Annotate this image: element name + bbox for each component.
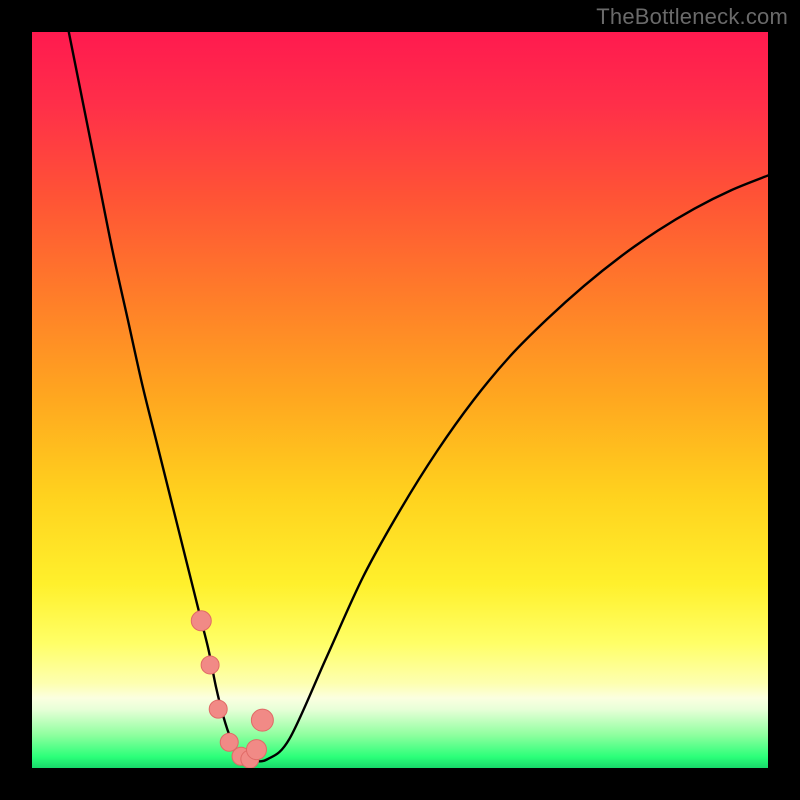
chart-frame: TheBottleneck.com — [0, 0, 800, 800]
highlight-marker — [191, 611, 211, 631]
highlight-marker — [246, 740, 266, 760]
watermark-text: TheBottleneck.com — [596, 4, 788, 30]
plot-area — [32, 32, 768, 768]
highlight-marker — [209, 700, 227, 718]
bottleneck-curve-chart — [32, 32, 768, 768]
highlight-marker — [251, 709, 273, 731]
highlight-marker — [201, 656, 219, 674]
gradient-background — [32, 32, 768, 768]
